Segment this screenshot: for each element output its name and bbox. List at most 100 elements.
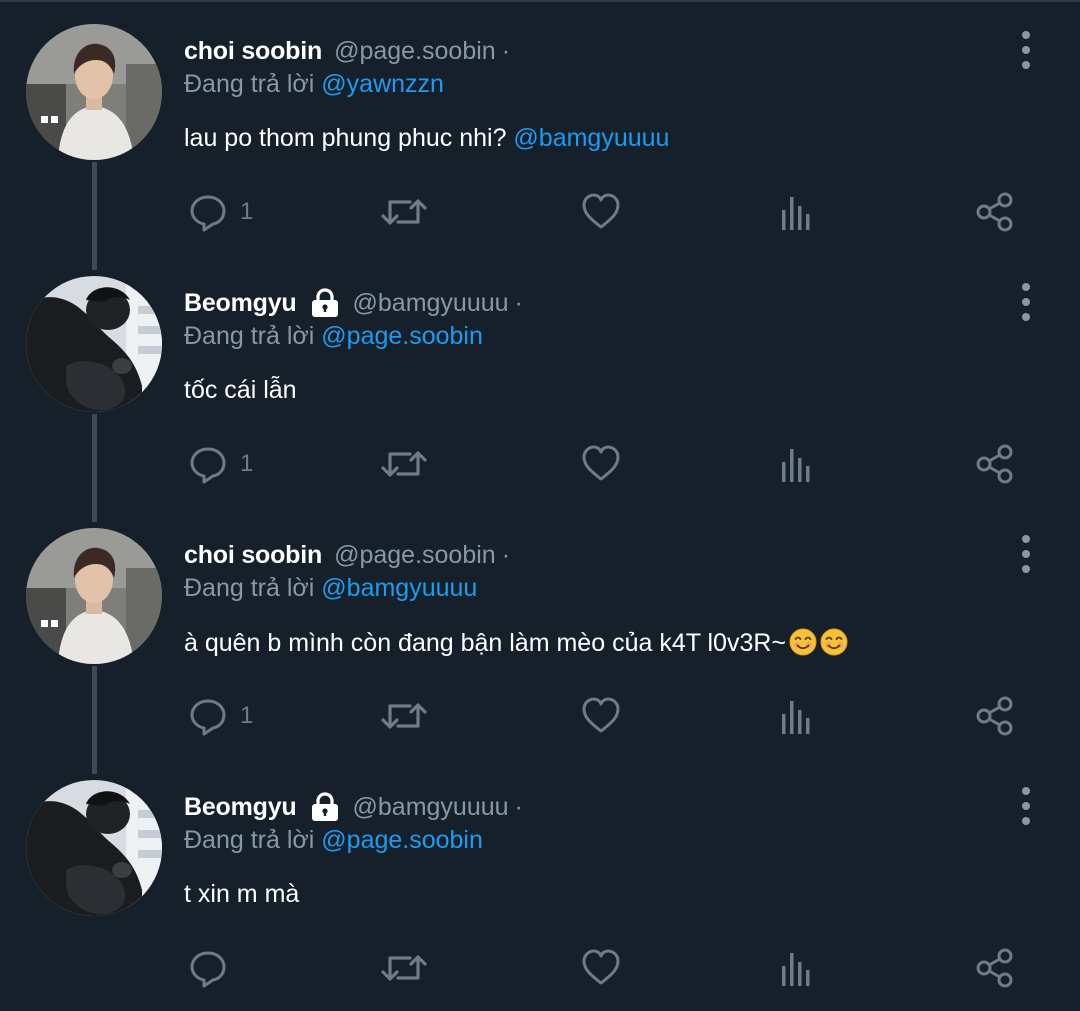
share-button[interactable] xyxy=(974,694,1016,738)
replying-to-mention[interactable]: @bamgyuuuu xyxy=(321,574,477,602)
share-button[interactable] xyxy=(974,946,1016,990)
more-vertical-icon[interactable] xyxy=(1018,30,1034,70)
reply-button[interactable]: 1 xyxy=(188,190,253,234)
tweet-4[interactable]: Beomgyu @bamgyuuuu · Đang trả lời @page.soo… xyxy=(0,756,1080,1008)
replying-to-label: Đang trả lời xyxy=(184,322,322,350)
replying-to: Đang trả lời @yawnzzn xyxy=(184,70,444,99)
views-button[interactable] xyxy=(780,442,814,486)
reply-button[interactable]: 1 xyxy=(188,694,253,738)
views-button[interactable] xyxy=(780,946,814,990)
more-vertical-icon[interactable] xyxy=(1018,282,1034,322)
retweet-button[interactable] xyxy=(380,946,428,990)
tweet-3[interactable]: choi soobin @page.soobin · Đang trả lời @ba… xyxy=(0,504,1080,774)
tweet-mention[interactable]: @bamgyuuuu xyxy=(513,124,669,152)
username-handle[interactable]: @bamgyuuuu xyxy=(353,289,509,318)
tweet-actions: 1 xyxy=(184,694,1034,738)
username-handle[interactable]: @page.soobin xyxy=(334,37,496,66)
tweet-text: lau po thom phung phuc nhi? @bamgyuuuu xyxy=(184,124,669,153)
display-name[interactable]: choi soobin xyxy=(184,541,322,570)
avatar[interactable] xyxy=(26,528,162,664)
retweet-button[interactable] xyxy=(380,694,428,738)
like-button[interactable] xyxy=(581,694,621,738)
share-icon xyxy=(974,948,1016,988)
reply-count: 1 xyxy=(240,198,254,225)
reply-count: 1 xyxy=(240,450,254,477)
replying-to-mention[interactable]: @page.soobin xyxy=(321,826,483,854)
avatar[interactable] xyxy=(26,276,162,412)
tweet-header: choi soobin @page.soobin · xyxy=(184,34,510,68)
avatar[interactable] xyxy=(26,780,162,916)
tweet-text: t xin m mà xyxy=(184,880,299,909)
smiling-face-emoji xyxy=(789,628,817,656)
display-name[interactable]: Beomgyu xyxy=(184,289,297,318)
reply-icon xyxy=(188,444,228,484)
share-button[interactable] xyxy=(974,442,1016,486)
tweet-body: t xin m mà xyxy=(184,880,300,908)
more-vertical-icon[interactable] xyxy=(1018,786,1034,826)
tweet-header: Beomgyu @bamgyuuuu · xyxy=(184,790,523,824)
replying-to-mention[interactable]: @yawnzzn xyxy=(321,70,444,98)
analytics-icon xyxy=(780,948,814,988)
retweet-icon xyxy=(380,192,428,232)
tweet-actions: 1 xyxy=(184,442,1034,486)
replying-to-label: Đang trả lời xyxy=(184,574,322,602)
views-button[interactable] xyxy=(780,694,814,738)
reply-icon xyxy=(188,696,228,736)
analytics-icon xyxy=(780,444,814,484)
share-button[interactable] xyxy=(974,190,1016,234)
tweet-header: Beomgyu @bamgyuuuu · xyxy=(184,286,523,320)
separator-dot: · xyxy=(501,36,511,65)
share-icon xyxy=(974,192,1016,232)
retweet-icon xyxy=(380,948,428,988)
like-button[interactable] xyxy=(581,946,621,990)
reply-button[interactable] xyxy=(188,946,240,990)
tweet-actions xyxy=(184,946,1034,990)
reply-icon xyxy=(188,948,228,988)
analytics-icon xyxy=(780,696,814,736)
lock-icon xyxy=(309,287,341,319)
replying-to: Đang trả lời @page.soobin xyxy=(184,826,483,855)
tweet-body: tốc cái lẫn xyxy=(184,376,297,404)
retweet-button[interactable] xyxy=(380,442,428,486)
views-button[interactable] xyxy=(780,190,814,234)
heart-icon xyxy=(581,444,621,484)
replying-to-mention[interactable]: @page.soobin xyxy=(321,322,483,350)
username-handle[interactable]: @page.soobin xyxy=(334,541,496,570)
replying-to: Đang trả lời @page.soobin xyxy=(184,322,483,351)
tweet-header: choi soobin @page.soobin · xyxy=(184,538,510,572)
replying-to-label: Đang trả lời xyxy=(184,826,322,854)
reply-thread: choi soobin @page.soobin · Đang trả lời @ya… xyxy=(0,0,1080,1011)
display-name[interactable]: choi soobin xyxy=(184,37,322,66)
analytics-icon xyxy=(780,192,814,232)
smiling-face-emoji xyxy=(820,628,848,656)
replying-to: Đang trả lời @bamgyuuuu xyxy=(184,574,477,603)
tweet-text: tốc cái lẫn xyxy=(184,376,297,405)
separator-dot: · xyxy=(514,792,523,821)
heart-icon xyxy=(581,192,621,232)
lock-icon xyxy=(309,791,341,823)
tweet-body: lau po thom phung phuc nhi? xyxy=(184,124,514,152)
retweet-icon xyxy=(380,444,428,484)
separator-dot: · xyxy=(514,288,523,317)
heart-icon xyxy=(581,696,621,736)
tweet-2[interactable]: Beomgyu @bamgyuuuu · Đang trả lời @page.soo… xyxy=(0,252,1080,522)
like-button[interactable] xyxy=(581,442,621,486)
tweet-text: à quên b mình còn đang bận làm mèo của k… xyxy=(184,628,848,658)
heart-icon xyxy=(581,948,621,988)
reply-button[interactable]: 1 xyxy=(188,442,253,486)
username-handle[interactable]: @bamgyuuuu xyxy=(353,793,509,822)
retweet-button[interactable] xyxy=(380,190,428,234)
like-button[interactable] xyxy=(581,190,621,234)
separator-dot: · xyxy=(501,540,511,569)
reply-icon xyxy=(188,192,228,232)
tweet-body: à quên b mình còn đang bận làm mèo của k… xyxy=(184,629,787,657)
avatar[interactable] xyxy=(26,24,162,160)
replying-to-label: Đang trả lời xyxy=(184,70,322,98)
display-name[interactable]: Beomgyu xyxy=(184,793,297,822)
share-icon xyxy=(974,696,1016,736)
tweet-actions: 1 xyxy=(184,190,1034,234)
more-vertical-icon[interactable] xyxy=(1018,534,1034,574)
tweet-1[interactable]: choi soobin @page.soobin · Đang trả lời @ya… xyxy=(0,0,1080,270)
reply-count: 1 xyxy=(240,702,254,729)
share-icon xyxy=(974,444,1016,484)
